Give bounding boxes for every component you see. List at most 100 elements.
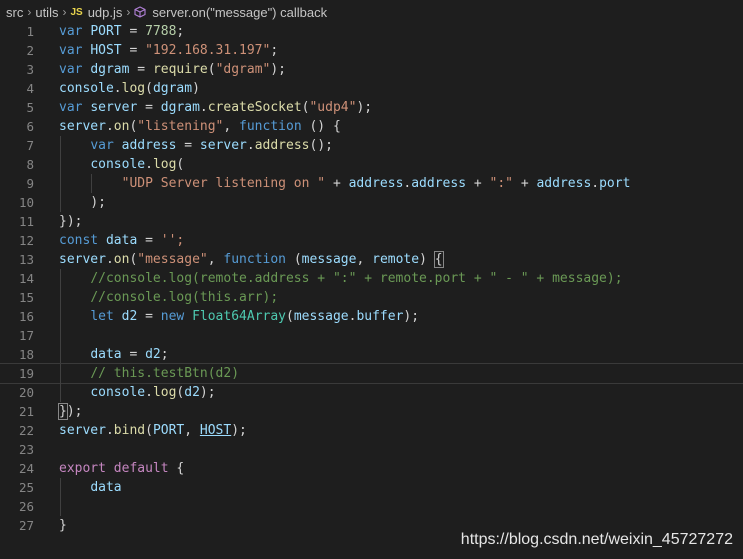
code-line[interactable]: 7 var address = server.address(); [0, 136, 743, 155]
code-token: . [105, 423, 114, 438]
code-token: PORT [152, 423, 185, 438]
code-token: . [145, 157, 153, 172]
code-token: //console.log(this.arr); [90, 290, 279, 305]
code-token: , [223, 119, 240, 134]
code-token: = [121, 347, 146, 362]
line-number: 7 [26, 138, 34, 153]
code-text: let d2 = new Float64Array(message.buffer… [59, 307, 419, 326]
code-line[interactable]: 21}); [0, 402, 743, 421]
code-line[interactable]: 6 server.on("listening", function () { [0, 117, 743, 136]
line-number: 5 [26, 100, 34, 115]
breadcrumb-item-file[interactable]: udp.js [88, 5, 123, 20]
code-token: data [90, 347, 122, 362]
code-token: remote [372, 252, 420, 267]
code-line[interactable]: 1 var PORT = 7788; [0, 22, 743, 41]
code-text: var dgram = require("dgram"); [59, 60, 286, 79]
code-token: . [105, 252, 114, 267]
code-token: { [433, 251, 444, 268]
code-line[interactable]: 26 [0, 497, 743, 516]
code-token: //console.log(remote.address + ":" + rem… [90, 271, 623, 286]
code-text: server.on("listening", function () { [59, 117, 341, 136]
code-line[interactable]: 13 server.on("message", function (message… [0, 250, 743, 269]
code-line[interactable]: 23 [0, 440, 743, 459]
code-line[interactable]: 18 data = d2; [0, 345, 743, 364]
code-line[interactable]: 25 data [0, 478, 743, 497]
code-token: . [246, 138, 255, 153]
code-token: new [160, 309, 185, 324]
code-line[interactable]: 12 const data = ''; [0, 231, 743, 250]
code-token: "udp4" [309, 100, 357, 115]
code-text: data = d2; [59, 345, 169, 364]
indent-guide [60, 497, 61, 516]
breadcrumb-item-utils[interactable]: utils [35, 5, 58, 20]
code-text: } [59, 516, 67, 535]
code-line[interactable]: 10 ); [0, 193, 743, 212]
line-number: 2 [26, 43, 34, 58]
code-line[interactable]: 11}); [0, 212, 743, 231]
code-token: + [325, 176, 349, 191]
code-text: const data = ''; [59, 231, 184, 250]
code-line[interactable]: 19 // this.testBtn(d2) [0, 363, 743, 384]
code-token: dgram [152, 81, 193, 96]
code-line[interactable]: 8 console.log( [0, 155, 743, 174]
code-token: "listening" [137, 119, 224, 134]
code-token: var [59, 100, 83, 115]
code-token: ; [176, 24, 185, 39]
code-line[interactable]: 5 var server = dgram.createSocket("udp4")… [0, 98, 743, 117]
line-number: 21 [18, 404, 34, 419]
code-token: = [121, 24, 146, 39]
line-number: 12 [18, 233, 34, 248]
code-token: log [152, 157, 177, 172]
code-token: ":" [489, 176, 513, 191]
code-token: ( [286, 309, 294, 324]
line-number: 23 [18, 442, 34, 457]
code-token: address [536, 176, 592, 191]
code-line[interactable]: 4 console.log(dgram) [0, 79, 743, 98]
code-line[interactable]: 17 [0, 326, 743, 345]
code-token: port [599, 176, 631, 191]
code-line[interactable]: 15 //console.log(this.arr); [0, 288, 743, 307]
code-token: log [121, 81, 146, 96]
breadcrumb-item-src[interactable]: src [6, 5, 23, 20]
code-token: . [113, 81, 122, 96]
code-line[interactable]: 14 //console.log(remote.address + ":" + … [0, 269, 743, 288]
code-token: PORT [90, 24, 122, 39]
code-line[interactable]: 16 let d2 = new Float64Array(message.buf… [0, 307, 743, 326]
code-token: address [411, 176, 467, 191]
code-token: ( [145, 81, 153, 96]
code-token: server [59, 252, 106, 267]
code-text: //console.log(remote.address + ":" + rem… [59, 269, 623, 288]
code-text: server.bind(PORT, HOST); [59, 421, 247, 440]
code-line[interactable]: 3 var dgram = require("dgram"); [0, 60, 743, 79]
code-line[interactable]: 22 server.bind(PORT, HOST); [0, 421, 743, 440]
code-line[interactable]: 9 "UDP Server listening on " + address.a… [0, 174, 743, 193]
line-number: 17 [18, 328, 34, 343]
line-number: 15 [18, 290, 34, 305]
code-token: = [137, 233, 161, 248]
code-editor[interactable]: 1 var PORT = 7788; 2 var HOST = "192.168.31… [0, 22, 743, 559]
code-token: }); [59, 214, 83, 229]
javascript-file-icon: JS [70, 6, 83, 18]
code-token: ); [403, 309, 420, 324]
code-text: export default { [59, 459, 184, 478]
code-token: message [301, 252, 357, 267]
code-token: server [59, 119, 106, 134]
code-token: . [199, 100, 208, 115]
code-line[interactable]: 20 console.log(d2); [0, 383, 743, 402]
code-text: server.on("message", function (message, … [59, 250, 444, 269]
code-token: . [591, 176, 600, 191]
code-token: = [121, 43, 146, 58]
line-number: 20 [18, 385, 34, 400]
chevron-right-icon: › [62, 5, 67, 19]
code-token: const [59, 233, 99, 248]
code-line[interactable]: 24 export default { [0, 459, 743, 478]
code-text: // this.testBtn(d2) [59, 364, 239, 383]
code-text: var server = dgram.createSocket("udp4"); [59, 98, 372, 117]
code-token: ; [160, 347, 169, 362]
code-line[interactable]: 2 var HOST = "192.168.31.197"; [0, 41, 743, 60]
breadcrumb-item-symbol[interactable]: server.on("message") callback [152, 5, 327, 20]
code-token: ); [356, 100, 373, 115]
line-number: 22 [18, 423, 34, 438]
